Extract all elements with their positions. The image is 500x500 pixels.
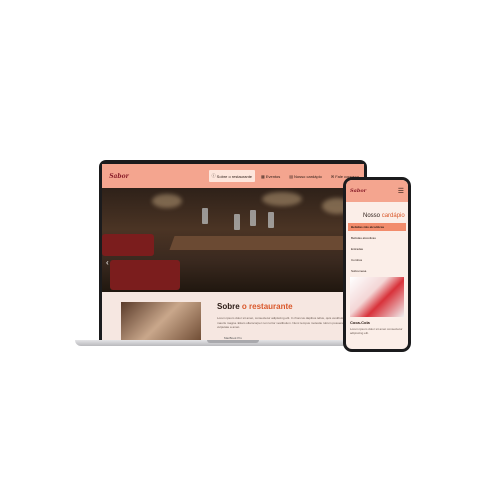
site-logo-text: Sabor bbox=[109, 172, 129, 180]
nav-item-label: Sobre o restaurante bbox=[216, 173, 253, 179]
about-text: Lorem ipsum dolor sit amet, consectetur … bbox=[217, 316, 354, 329]
nav-item-menu[interactable]: ▤ Nosso cardápio bbox=[286, 170, 325, 182]
hero-glass bbox=[202, 208, 208, 224]
info-icon: ⓘ bbox=[211, 173, 216, 178]
nav-item-label: Nosso cardápio bbox=[294, 173, 322, 179]
laptop-screen: Sabor ⓘ Sobre o restaurante ▦ Eventos ▤ … bbox=[102, 164, 364, 342]
hero-light bbox=[152, 194, 182, 208]
about-image bbox=[121, 302, 201, 342]
menu-title-accent: cardápio bbox=[381, 213, 405, 219]
menu-category-item[interactable]: Sobremesa bbox=[348, 267, 406, 275]
menu-category-item[interactable]: Bebidas alcoólicas bbox=[348, 234, 406, 242]
hamburger-menu-icon[interactable]: ☰ bbox=[398, 187, 404, 195]
about-title-prefix: Sobre bbox=[217, 302, 240, 311]
about-section: Sobre o restaurante Lorem ipsum dolor si… bbox=[102, 292, 364, 342]
menu-item-title: Coca-Cola bbox=[350, 320, 370, 325]
about-title: Sobre o restaurante bbox=[217, 302, 293, 311]
nav-item-events[interactable]: ▦ Eventos bbox=[258, 170, 283, 182]
nav-item-about[interactable]: ⓘ Sobre o restaurante bbox=[208, 170, 256, 182]
menu-category-item[interactable]: Combos bbox=[348, 256, 406, 264]
menu-title-prefix: Nosso bbox=[363, 213, 381, 219]
hero-light bbox=[262, 192, 302, 206]
hero-carousel: ‹ bbox=[102, 188, 364, 292]
about-title-accent: o restaurante bbox=[241, 302, 293, 311]
phone-logo[interactable]: Sabor bbox=[350, 188, 366, 194]
nav-item-label: Eventos bbox=[265, 173, 281, 179]
hero-glass bbox=[234, 214, 240, 230]
site-logo[interactable]: Sabor bbox=[108, 168, 130, 184]
hero-table bbox=[169, 236, 364, 250]
hero-chair bbox=[110, 260, 180, 290]
main-nav: ⓘ Sobre o restaurante ▦ Eventos ▤ Nosso … bbox=[208, 170, 362, 182]
laptop-model-label: MacBook Pro bbox=[223, 336, 242, 340]
hero-glass bbox=[268, 212, 274, 228]
menu-category-item[interactable]: Entradas bbox=[348, 245, 406, 253]
chat-icon: ✉ bbox=[330, 173, 335, 179]
hero-glass bbox=[250, 210, 256, 226]
menu-item-text: Lorem ipsum dolor sit amet consectetur a… bbox=[350, 327, 403, 335]
menu-category-list: Bebidas não alcoólicas Bebidas alcoólica… bbox=[348, 223, 406, 278]
phone-header: Sabor ☰ bbox=[346, 180, 408, 202]
carousel-prev-icon[interactable]: ‹ bbox=[106, 258, 109, 267]
menu-item-image bbox=[350, 277, 404, 317]
site-header: Sabor ⓘ Sobre o restaurante ▦ Eventos ▤ … bbox=[102, 164, 364, 188]
laptop-notch bbox=[207, 340, 259, 343]
calendar-icon: ▦ bbox=[261, 173, 265, 179]
menu-book-icon: ▤ bbox=[289, 173, 294, 179]
phone-screen: Sabor ☰ Nosso cardápio Bebidas não alcoó… bbox=[346, 180, 408, 349]
hero-chair bbox=[102, 234, 154, 256]
menu-title: Nosso cardápio bbox=[363, 213, 405, 219]
menu-category-item[interactable]: Bebidas não alcoólicas bbox=[348, 223, 406, 231]
